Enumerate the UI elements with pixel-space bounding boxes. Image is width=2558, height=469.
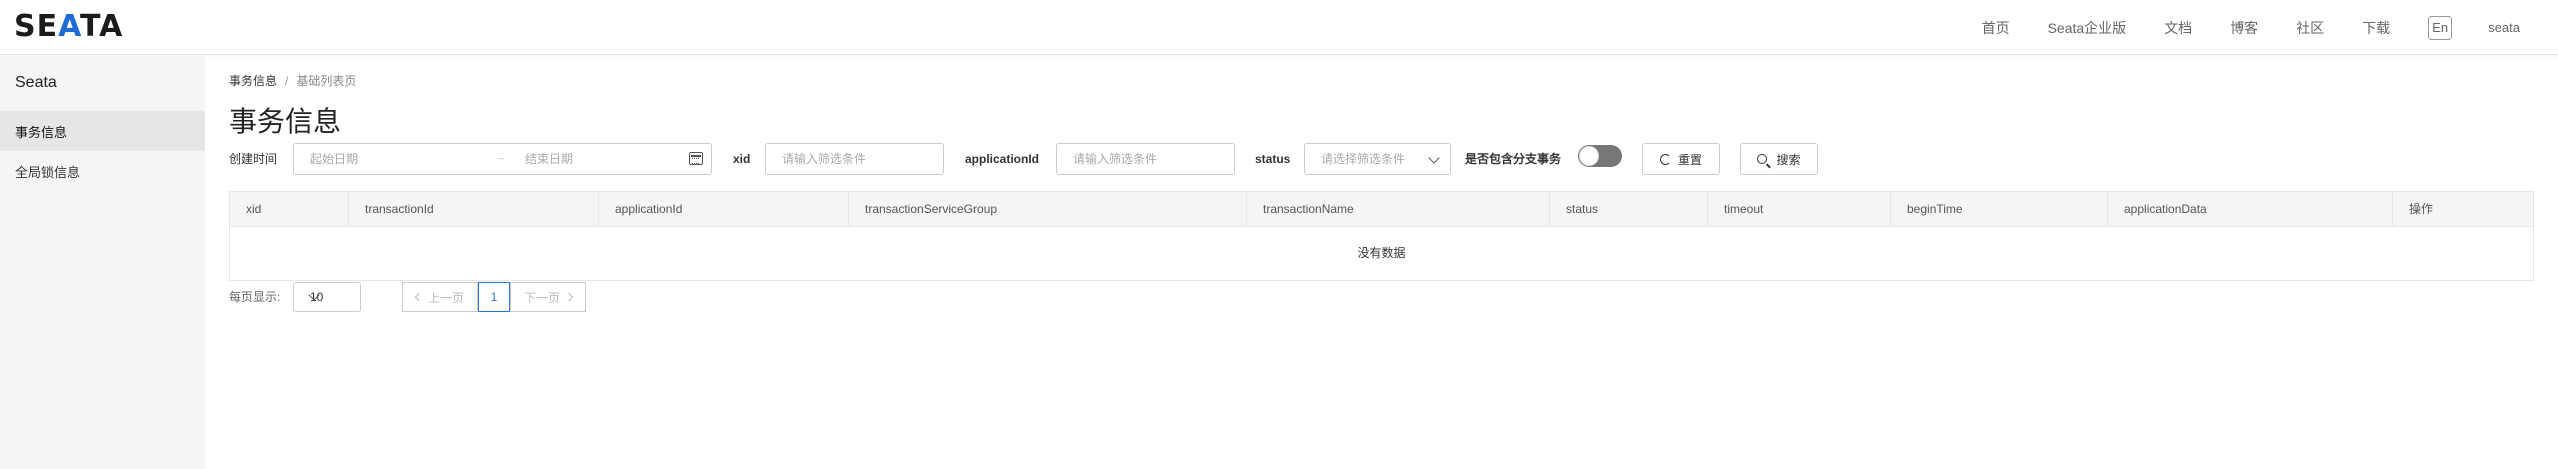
reset-button-label: 重置	[1677, 152, 1702, 167]
sidebar-item-global-locks[interactable]: 全局锁信息	[0, 151, 205, 191]
application-id-label: applicationId	[965, 152, 1040, 166]
next-page-label: 下一页	[523, 290, 560, 305]
column-header-xid[interactable]: xid	[230, 192, 349, 227]
column-header-actions: 操作	[2409, 202, 2434, 216]
breadcrumb: 事务信息 / 基础列表页	[229, 72, 356, 89]
nav-blog[interactable]: 博客	[2230, 18, 2258, 38]
refresh-icon	[1659, 153, 1671, 165]
end-date-input[interactable]: 结束日期	[525, 144, 573, 174]
column-header-status[interactable]: status	[1550, 192, 1708, 227]
sidebar-title: Seata	[15, 74, 57, 91]
status-select[interactable]: 请选择筛选条件	[1304, 143, 1451, 175]
include-branch-label: 是否包含分支事务	[1465, 152, 1562, 166]
prev-page-button[interactable]: 上一页	[402, 282, 478, 312]
page-number-current[interactable]: 1	[478, 282, 510, 312]
nav-docs[interactable]: 文档	[2164, 18, 2192, 38]
status-label: status	[1255, 152, 1291, 166]
page-size-label: 每页显示:	[229, 290, 281, 304]
nav-download[interactable]: 下载	[2362, 18, 2390, 38]
column-header-begin-time[interactable]: beginTime	[1891, 192, 2108, 227]
seata-logo[interactable]: SEATA	[14, 9, 123, 44]
sidebar-item-label: 全局锁信息	[15, 164, 81, 180]
breadcrumb-separator: /	[285, 74, 289, 88]
nav-home[interactable]: 首页	[1982, 18, 2010, 38]
language-switch-button[interactable]: En	[2428, 15, 2453, 40]
nav-enterprise[interactable]: Seata企业版	[2048, 18, 2127, 38]
search-button-label: 搜索	[1776, 152, 1801, 167]
toggle-knob	[1579, 146, 1599, 166]
reset-button[interactable]: 重置	[1642, 143, 1720, 175]
top-nav: 首页 Seata企业版 文档 博客 社区 下载 En seata	[1982, 0, 2558, 55]
table-header-row: xid transactionId applicationId transact…	[230, 192, 2533, 227]
breadcrumb-current: 基础列表页	[296, 74, 357, 88]
column-header-transaction-name[interactable]: transactionName	[1247, 192, 1550, 227]
date-range-picker[interactable]: 起始日期 ~ 结束日期	[293, 143, 712, 175]
transactions-table: xid transactionId applicationId transact…	[229, 191, 2534, 281]
next-page-button[interactable]: 下一页	[510, 282, 586, 312]
application-id-input[interactable]	[1057, 144, 1234, 174]
column-header-transaction-service-group[interactable]: transactionServiceGroup	[849, 192, 1247, 227]
column-header-application-id[interactable]: applicationId	[599, 192, 849, 227]
xid-input[interactable]	[766, 144, 943, 174]
column-header-timeout[interactable]: timeout	[1708, 192, 1891, 227]
breadcrumb-item[interactable]: 事务信息	[229, 74, 277, 88]
top-navbar: SEATA 首页 Seata企业版 文档 博客 社区 下载 En seata	[0, 0, 2558, 55]
user-name[interactable]: seata	[2488, 20, 2520, 35]
start-date-input[interactable]: 起始日期	[310, 144, 358, 174]
sidebar-item-label: 事务信息	[15, 124, 68, 140]
created-time-label: 创建时间	[229, 152, 278, 166]
table-empty-message: 没有数据	[1357, 246, 1406, 260]
page-size-select[interactable]: 10	[293, 282, 361, 312]
logo-text: SEATA	[14, 8, 124, 44]
sidebar-item-transactions[interactable]: 事务信息	[0, 111, 205, 151]
chevron-down-icon	[1428, 152, 1440, 164]
column-header-transaction-id[interactable]: transactionId	[349, 192, 599, 227]
prev-page-label: 上一页	[427, 290, 464, 305]
include-branch-toggle[interactable]	[1578, 145, 1622, 167]
application-id-input-box[interactable]	[1056, 143, 1235, 175]
filter-bar: 创建时间 起始日期 ~ 结束日期 xid applicationId statu…	[229, 143, 2534, 175]
status-select-placeholder: 请选择筛选条件	[1321, 152, 1406, 166]
calendar-icon[interactable]	[689, 152, 703, 165]
sidebar: Seata 事务信息 全局锁信息	[0, 56, 205, 469]
chevron-right-icon	[564, 292, 574, 302]
chevron-left-icon	[414, 292, 424, 302]
nav-community[interactable]: 社区	[2296, 18, 2324, 38]
date-range-separator: ~	[497, 152, 505, 166]
column-header-application-data[interactable]: applicationData	[2108, 192, 2393, 227]
xid-label: xid	[733, 152, 751, 166]
pagination: 每页显示: 10 上一页 1 下一页	[229, 282, 1229, 312]
page-title: 事务信息	[229, 106, 342, 137]
xid-input-box[interactable]	[765, 143, 944, 175]
search-button[interactable]: 搜索	[1740, 143, 1818, 175]
search-icon	[1757, 154, 1768, 164]
